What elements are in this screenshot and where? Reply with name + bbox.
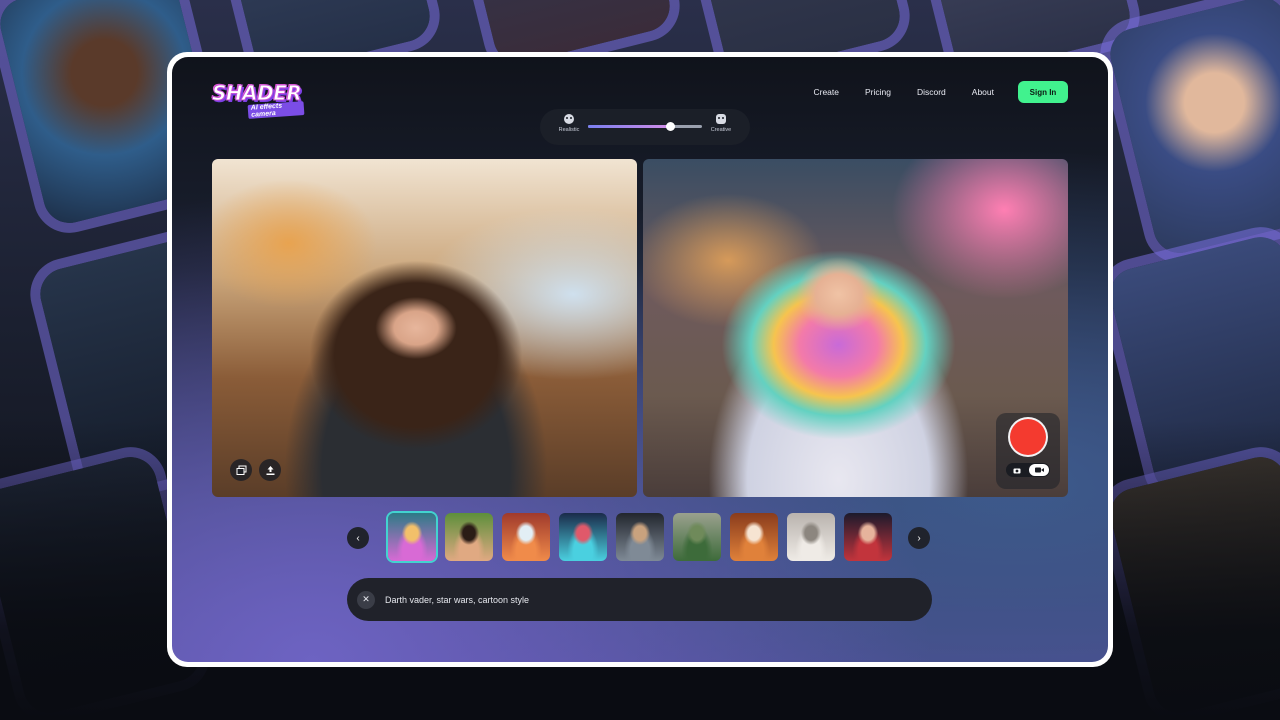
upload-button[interactable] (259, 459, 281, 481)
prompt-bar: ✕ Darth vader, star wars, cartoon style (347, 578, 932, 621)
nav-link-about[interactable]: About (972, 87, 994, 97)
record-button[interactable] (1008, 417, 1048, 457)
chevron-right-icon: › (917, 532, 921, 544)
style-thumbnail-cyberpunk[interactable] (559, 513, 607, 561)
camera-icon (1013, 468, 1021, 473)
sign-in-button[interactable]: Sign In (1018, 81, 1068, 103)
camera-input-panel (212, 159, 637, 497)
chevron-left-icon: ‹ (356, 532, 360, 544)
nav-link-create[interactable]: Create (813, 87, 839, 97)
video-camera-icon (1034, 467, 1044, 473)
shader-logo[interactable]: SHADER AI effects camera (212, 81, 305, 119)
video-mode-option[interactable] (1029, 464, 1049, 476)
style-thumbnail-green-monster[interactable] (673, 513, 721, 561)
prompt-input[interactable]: Darth vader, star wars, cartoon style (385, 595, 885, 605)
app-frame: SHADER AI effects camera Create Pricing … (167, 52, 1113, 667)
logo-tagline: AI effects camera (247, 101, 305, 119)
carousel-prev-button[interactable]: ‹ (347, 527, 369, 549)
gallery-button[interactable] (230, 459, 252, 481)
capture-mode-toggle[interactable] (1006, 463, 1050, 477)
style-thumbnail-fox-character[interactable] (730, 513, 778, 561)
close-icon: ✕ (362, 594, 370, 604)
gallery-icon (236, 465, 246, 475)
upload-icon (266, 465, 274, 475)
creative-face-icon (716, 114, 726, 124)
style-carousel (388, 513, 892, 561)
style-thumbnail-warm-portrait[interactable] (445, 513, 493, 561)
photo-mode-option[interactable] (1007, 464, 1027, 476)
style-thumbnail-rainbow-hair[interactable] (388, 513, 436, 561)
style-thumbnail-superhero[interactable] (502, 513, 550, 561)
ai-output-panel (643, 159, 1068, 497)
slider-creative-label: Creative (710, 127, 732, 133)
slider-fill (588, 125, 671, 128)
nav-link-discord[interactable]: Discord (917, 87, 946, 97)
slider-track[interactable] (588, 122, 702, 131)
background-portrait (1104, 0, 1280, 259)
style-thumbnail-sci-fi-pilot[interactable] (616, 513, 664, 561)
style-slider: Realistic Creative (540, 109, 750, 145)
clear-prompt-button[interactable]: ✕ (357, 590, 375, 609)
slider-realistic-end: Realistic (554, 114, 584, 133)
record-dot (1010, 419, 1046, 455)
slider-thumb[interactable] (665, 122, 675, 131)
slider-realistic-label: Realistic (558, 127, 580, 133)
slider-creative-end: Creative (706, 114, 736, 133)
top-nav: Create Pricing Discord About Sign In (787, 81, 1068, 103)
carousel-next-button[interactable]: › (908, 527, 930, 549)
style-thumbnail-marble-statue[interactable] (787, 513, 835, 561)
style-thumbnail-red-heroine[interactable] (844, 513, 892, 561)
app-window: SHADER AI effects camera Create Pricing … (172, 57, 1108, 662)
capture-controls (996, 413, 1060, 489)
nav-link-pricing[interactable]: Pricing (865, 87, 891, 97)
realistic-face-icon (564, 114, 574, 124)
